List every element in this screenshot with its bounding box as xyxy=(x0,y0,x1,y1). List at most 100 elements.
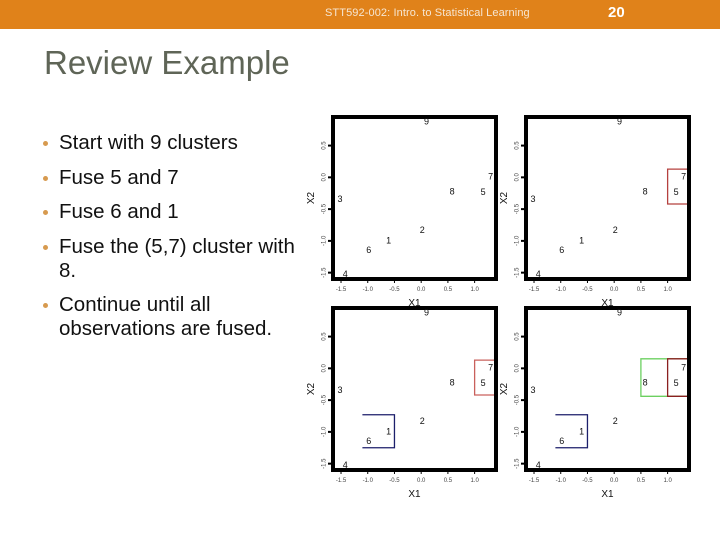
y-tick-label: -1.0 xyxy=(322,426,328,437)
point-label-1: 1 xyxy=(386,426,391,436)
plot-frame xyxy=(331,306,498,472)
point-label-7: 7 xyxy=(681,172,686,182)
point-label-8: 8 xyxy=(643,377,648,387)
bullet-item: Fuse 5 and 7 xyxy=(42,166,312,190)
x-tick-label: -0.5 xyxy=(389,478,400,484)
x-axis-label: X1 xyxy=(601,489,614,500)
y-tick-label: -1.5 xyxy=(515,458,521,469)
y-tick-label: -1.5 xyxy=(322,267,328,278)
bullet-text: Fuse the (5,7) cluster with 8. xyxy=(59,234,295,282)
x-tick-label: -1.0 xyxy=(556,478,567,484)
x-tick-label: -1.0 xyxy=(363,287,374,293)
x-tick-label: -1.0 xyxy=(363,478,374,484)
point-label-3: 3 xyxy=(337,385,342,395)
x-tick-label: -1.5 xyxy=(336,478,347,484)
point-label-4: 4 xyxy=(536,460,541,470)
bullet-dot-icon xyxy=(43,244,48,250)
x-tick-label: -1.0 xyxy=(556,287,567,293)
y-tick-label: -0.5 xyxy=(515,203,521,214)
x-tick-label: 0.0 xyxy=(417,478,426,484)
point-label-6: 6 xyxy=(559,245,564,255)
y-tick-label: 0.5 xyxy=(322,141,328,150)
header-bar: STT592-002: Intro. to Statistical Learni… xyxy=(0,0,720,29)
y-tick-label: 0.0 xyxy=(322,364,328,373)
x-tick-label: -0.5 xyxy=(389,287,400,293)
y-tick-label: -1.5 xyxy=(515,267,521,278)
x-tick-label: 0.0 xyxy=(417,287,426,293)
y-axis-label: X2 xyxy=(499,382,510,395)
scatter-svg: -1.5 -1.0 -0.5 0.0 0.5 -1.5 -1.0 -0.5 0.0 0.5 1.0 X… xyxy=(499,115,691,309)
x-tick-label: 0.5 xyxy=(637,287,646,293)
point-label-5: 5 xyxy=(481,187,486,197)
x-tick-label: -1.5 xyxy=(336,287,347,293)
scatter-plot-step-1: -1.5 -1.0 -0.5 0.0 0.5 -1.5 -1.0 -0.5 0.0 0.5 1.0 X… xyxy=(306,112,501,312)
bullet-dot-icon xyxy=(43,210,48,215)
y-tick-label: -0.5 xyxy=(515,394,521,405)
point-label-8: 8 xyxy=(450,186,455,196)
point-label-3: 3 xyxy=(530,385,535,395)
y-tick-label: 0.0 xyxy=(322,173,328,182)
y-axis-label: X2 xyxy=(306,382,317,395)
point-label-9: 9 xyxy=(424,116,429,126)
slide-title: Review Example xyxy=(44,44,290,81)
x-tick-label: 1.0 xyxy=(663,287,672,293)
point-label-5: 5 xyxy=(674,187,679,197)
point-label-7: 7 xyxy=(681,363,686,373)
bullet-text: Fuse 5 and 7 xyxy=(59,165,179,189)
point-label-7: 7 xyxy=(488,172,493,182)
bullet-dot-icon xyxy=(43,141,48,146)
scatter-plot-step-4: -1.5 -1.0 -0.5 0.0 0.5 -1.5 -1.0 -0.5 0.0 0.5 1.0 X… xyxy=(499,303,694,503)
point-label-5: 5 xyxy=(481,378,486,388)
point-label-2: 2 xyxy=(613,416,618,426)
scatter-svg: -1.5 -1.0 -0.5 0.0 0.5 -1.5 -1.0 -0.5 0.0 0.5 1.0 X… xyxy=(306,306,498,500)
point-label-9: 9 xyxy=(617,116,622,126)
point-label-8: 8 xyxy=(450,377,455,387)
point-label-4: 4 xyxy=(343,269,348,279)
x-tick-label: 0.5 xyxy=(637,478,646,484)
x-tick-label: 1.0 xyxy=(470,287,479,293)
point-label-2: 2 xyxy=(420,225,425,235)
x-tick-label: -0.5 xyxy=(582,478,593,484)
point-label-6: 6 xyxy=(559,436,564,446)
x-tick-label: 0.0 xyxy=(610,287,619,293)
scatter-svg: -1.5 -1.0 -0.5 0.0 0.5 -1.5 -1.0 -0.5 0.0 0.5 1.0 X… xyxy=(499,306,691,500)
point-label-8: 8 xyxy=(643,186,648,196)
bullet-list: Start with 9 clusters Fuse 5 and 7 Fuse … xyxy=(42,131,312,352)
y-tick-label: -1.0 xyxy=(322,235,328,246)
y-tick-label: 0.0 xyxy=(515,364,521,373)
y-axis-label: X2 xyxy=(306,191,317,204)
y-axis-label: X2 xyxy=(499,191,510,204)
x-tick-label: 0.5 xyxy=(444,478,453,484)
point-label-5: 5 xyxy=(674,378,679,388)
point-label-7: 7 xyxy=(488,363,493,373)
y-tick-label: -0.5 xyxy=(322,203,328,214)
point-label-1: 1 xyxy=(386,235,391,245)
bullet-text: Start with 9 clusters xyxy=(59,131,238,154)
point-label-6: 6 xyxy=(366,245,371,255)
bullet-item: Continue until all observations are fuse… xyxy=(42,293,312,341)
y-tick-label: -1.5 xyxy=(322,458,328,469)
bullet-dot-icon xyxy=(43,303,48,308)
y-tick-label: 0.5 xyxy=(515,141,521,150)
y-tick-label: 0.5 xyxy=(515,332,521,341)
scatter-plot-step-2: -1.5 -1.0 -0.5 0.0 0.5 -1.5 -1.0 -0.5 0.0 0.5 1.0 X… xyxy=(499,112,694,312)
bullet-text: Continue until all observations are fuse… xyxy=(59,293,273,340)
point-label-2: 2 xyxy=(613,225,618,235)
point-label-4: 4 xyxy=(343,460,348,470)
point-label-4: 4 xyxy=(536,269,541,279)
scatter-plot-step-3: -1.5 -1.0 -0.5 0.0 0.5 -1.5 -1.0 -0.5 0.0 0.5 1.0 X… xyxy=(306,303,501,503)
point-label-1: 1 xyxy=(579,426,584,436)
y-tick-label: -1.0 xyxy=(515,235,521,246)
x-axis-label: X1 xyxy=(408,489,421,500)
plot-frame xyxy=(331,115,498,281)
x-tick-label: -0.5 xyxy=(582,287,593,293)
bullet-item: Fuse 6 and 1 xyxy=(42,200,312,224)
x-tick-label: 1.0 xyxy=(663,478,672,484)
course-title: STT592-002: Intro. to Statistical Learni… xyxy=(325,7,530,19)
point-label-9: 9 xyxy=(424,307,429,317)
point-label-2: 2 xyxy=(420,416,425,426)
plot-frame xyxy=(524,115,691,281)
x-tick-label: -1.5 xyxy=(529,478,540,484)
bullet-item: Fuse the (5,7) cluster with 8. xyxy=(42,235,312,283)
point-label-1: 1 xyxy=(579,235,584,245)
